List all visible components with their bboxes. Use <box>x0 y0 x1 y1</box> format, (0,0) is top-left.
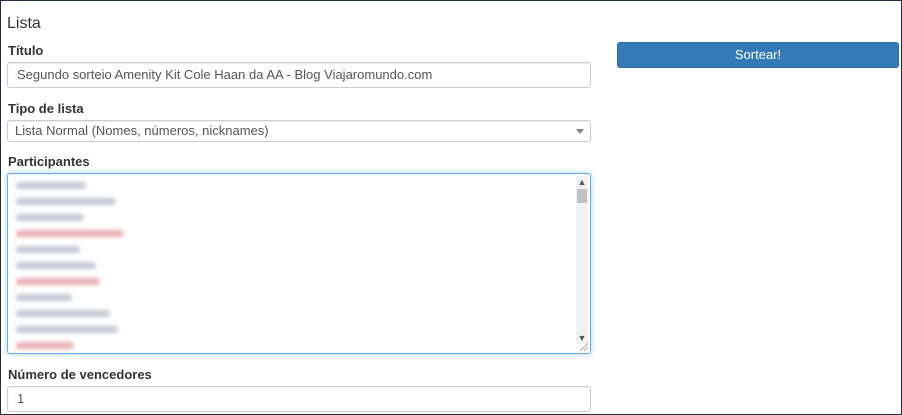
sortear-button[interactable]: Sortear! <box>617 42 899 68</box>
scrollbar[interactable]: ▲ ▼ <box>576 176 588 344</box>
scroll-thumb[interactable] <box>577 189 587 203</box>
list-item <box>16 337 576 353</box>
titulo-label: Título <box>8 43 44 58</box>
titulo-input[interactable]: Segundo sorteio Amenity Kit Cole Haan da… <box>7 62 591 88</box>
tipo-lista-label: Tipo de lista <box>8 101 84 116</box>
list-item <box>16 193 576 209</box>
list-item <box>16 209 576 225</box>
participantes-label: Participantes <box>8 154 90 169</box>
list-item <box>16 225 576 241</box>
list-item <box>16 305 576 321</box>
list-item <box>16 289 576 305</box>
page-title: Lista <box>7 15 41 32</box>
list-item <box>16 273 576 289</box>
list-item <box>16 257 576 273</box>
tipo-lista-select[interactable]: Lista Normal (Nomes, números, nicknames) <box>7 120 591 142</box>
participantes-blurred-list <box>16 177 576 353</box>
scroll-up-icon[interactable]: ▲ <box>576 176 588 188</box>
list-item <box>16 321 576 337</box>
tipo-lista-selected-value: Lista Normal (Nomes, números, nicknames) <box>15 123 269 138</box>
vencedores-input[interactable]: 1 <box>7 386 591 412</box>
participantes-textarea[interactable]: ▲ ▼ <box>7 173 591 354</box>
vencedores-label: Número de vencedores <box>8 367 152 382</box>
resize-grip-icon[interactable] <box>580 343 588 351</box>
chevron-down-icon[interactable] <box>576 129 584 134</box>
window-frame: Lista Título Segundo sorteio Amenity Kit… <box>0 0 902 415</box>
list-item <box>16 177 576 193</box>
list-item <box>16 241 576 257</box>
